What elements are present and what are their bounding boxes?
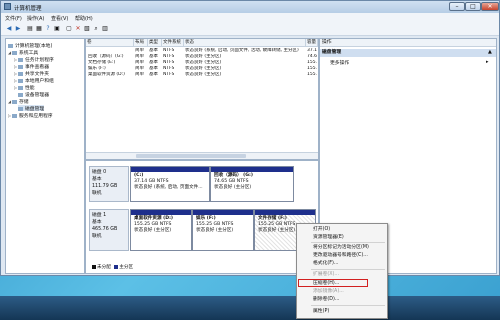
- column-header-filesystem[interactable]: 文件系统: [162, 39, 184, 47]
- menu-item-properties[interactable]: 属性(P): [313, 308, 329, 315]
- menu-file[interactable]: 文件(F): [5, 15, 22, 22]
- disk-1-type: 基本: [92, 220, 102, 225]
- properties-icon[interactable]: ▦: [35, 25, 43, 32]
- tree-item-computer-management[interactable]: 计算机管理(本地): [8, 42, 52, 49]
- computer-management-window: 计算机管理 – □ ✕ 文件(F) 操作(A) 查看(V) 帮助(H) ◀ ▶ …: [0, 0, 500, 276]
- tree-item-shared-folders[interactable]: ▷ 共享文件夹: [14, 70, 49, 77]
- disk-1-size: 465.76 GB: [92, 227, 118, 232]
- partition-g[interactable]: 回收（源码） (G:) 74.65 GB NTFS 状态良好 (主分区): [210, 166, 294, 202]
- legend: 未分配 主分区: [90, 264, 133, 270]
- minimize-button[interactable]: –: [449, 2, 465, 11]
- menu-item-mark-active[interactable]: 将分区标记为活动分区(M): [313, 244, 369, 251]
- partition-c[interactable]: (C:) 37.14 GB NTFS 状态良好 (系统, 启动, 页面文件...: [130, 166, 210, 202]
- users-icon: [18, 78, 23, 83]
- performance-icon: [18, 85, 23, 90]
- export-icon[interactable]: ▧: [83, 25, 91, 32]
- disk-icon: [18, 106, 23, 111]
- actions-header: 操作: [320, 39, 496, 47]
- partition-d[interactable]: 桌面软件资源 (D:) 155.25 GB NTFS 状态良好 (主分区): [130, 209, 192, 251]
- taskbar: [0, 296, 500, 320]
- disk-1-name: 磁盘 1: [92, 213, 107, 218]
- disk-1-label[interactable]: 磁盘 1 基本 465.76 GB 联机: [89, 209, 129, 251]
- tree-item-services-apps[interactable]: ▷ 服务和应用程序: [8, 112, 53, 119]
- back-icon[interactable]: ◀: [5, 25, 13, 32]
- menu-item-extend-volume[interactable]: 扩展卷(X)...: [313, 271, 339, 278]
- folder-icon: [18, 71, 23, 76]
- disk-0-label[interactable]: 磁盘 0 基本 111.79 GB 联机: [89, 166, 129, 202]
- column-header-capacity[interactable]: 容量: [306, 39, 318, 47]
- menu-item-format[interactable]: 格式化(F)...: [313, 260, 338, 267]
- menu-item-delete-volume[interactable]: 删除卷(D)...: [313, 296, 339, 303]
- menu-item-open[interactable]: 打开(O): [313, 226, 330, 233]
- window-title: 计算机管理: [14, 6, 42, 12]
- menu-item-shrink-volume[interactable]: 压缩卷(H)...: [313, 280, 339, 287]
- delete-icon[interactable]: ✕: [74, 25, 82, 32]
- open-icon[interactable]: ▢: [65, 25, 73, 32]
- up-icon[interactable]: ▤: [26, 25, 34, 32]
- menu-item-explorer[interactable]: 资源管理器(E): [313, 234, 344, 241]
- maximize-button[interactable]: □: [465, 2, 481, 11]
- disk-0-type: 基本: [92, 177, 102, 182]
- disk-0-name: 磁盘 0: [92, 170, 107, 175]
- menu-view[interactable]: 查看(V): [51, 15, 68, 22]
- forward-icon[interactable]: ▶: [14, 25, 22, 32]
- tree-item-task-scheduler[interactable]: ▷ 任务计划程序: [14, 56, 54, 63]
- menu-separator: [311, 242, 385, 243]
- tree-item-performance[interactable]: ▷ 性能: [14, 84, 35, 91]
- tree-item-system-tools[interactable]: ◢ 系统工具: [8, 49, 38, 56]
- view-icon[interactable]: ▥: [101, 25, 109, 32]
- disk-0-size: 111.79 GB: [92, 184, 118, 189]
- disk-1-status: 联机: [92, 234, 102, 239]
- scrollbar-thumb[interactable]: [136, 154, 246, 158]
- tree-item-local-users-groups[interactable]: ▷ 本地用户和组: [14, 77, 54, 84]
- menu-item-add-mirror[interactable]: 添加镜像(A)...: [313, 288, 344, 295]
- menu-action[interactable]: 操作(A): [27, 15, 44, 22]
- title-bar: 计算机管理 – □ ✕: [1, 1, 499, 13]
- menu-bar: 文件(F) 操作(A) 查看(V) 帮助(H): [1, 13, 499, 23]
- services-icon: [12, 113, 17, 118]
- horizontal-scrollbar[interactable]: [86, 152, 318, 159]
- menu-separator: [311, 305, 385, 306]
- unallocated-swatch: [92, 264, 96, 269]
- help-icon[interactable]: ?: [44, 25, 52, 32]
- disk-0-status: 联机: [92, 191, 102, 196]
- clock-icon: [18, 57, 23, 62]
- column-header-volume[interactable]: 卷: [86, 39, 134, 47]
- tools-icon: [12, 50, 17, 55]
- device-manager-icon: [18, 92, 23, 97]
- primary-partition-swatch: [114, 264, 119, 269]
- menu-help[interactable]: 帮助(H): [75, 15, 93, 22]
- column-header-type[interactable]: 类型: [148, 39, 162, 47]
- storage-icon: [12, 99, 17, 104]
- context-menu: 打开(O) 资源管理器(E) 将分区标记为活动分区(M) 更改驱动器号和路径(C…: [296, 223, 388, 319]
- tree-item-storage[interactable]: ◢ 存储: [8, 98, 29, 105]
- menu-item-change-drive-letter[interactable]: 更改驱动器号和路径(C)...: [313, 252, 368, 259]
- column-header-status[interactable]: 状态: [184, 39, 306, 47]
- menu-separator: [311, 269, 385, 270]
- collapse-icon[interactable]: ▲: [488, 49, 492, 55]
- more-actions-link[interactable]: 更多操作: [330, 59, 349, 66]
- computer-management-icon: [4, 3, 11, 10]
- volume-list: 卷 布局 类型 文件系统 状态 容量 简单 基本 NTFS 状态良好 (系统, …: [85, 38, 319, 160]
- toolbar: ◀ ▶ ▤ ▦ ? ▣ ▢ ✕ ▧ ⌕ ▥: [1, 23, 499, 36]
- partition-f-entertainment[interactable]: 娱乐 (F:) 155.25 GB NTFS 状态良好 (主分区): [192, 209, 254, 251]
- refresh-icon[interactable]: ▣: [53, 25, 61, 32]
- actions-section-disk-management[interactable]: 磁盘管理: [320, 49, 496, 57]
- column-header-layout[interactable]: 布局: [134, 39, 148, 47]
- tree-item-disk-management[interactable]: 磁盘管理: [18, 105, 45, 112]
- tree-item-device-manager[interactable]: 设备管理器: [18, 91, 49, 98]
- computer-icon: [8, 43, 13, 48]
- chevron-right-icon: ▸: [486, 59, 489, 65]
- search-icon[interactable]: ⌕: [92, 25, 100, 32]
- disk-graphical-view: 磁盘 0 基本 111.79 GB 联机 (C:) 37.14 GB NTFS …: [85, 160, 319, 274]
- event-log-icon: [18, 64, 23, 69]
- tree-item-event-viewer[interactable]: ▷ 事件查看器: [14, 63, 49, 70]
- navigation-tree: 计算机管理(本地) ◢ 系统工具 ▷ 任务计划程序 ▷ 事件查看器 ▷ 共享文件夹 ▷ 本…: [5, 38, 85, 274]
- close-button[interactable]: ✕: [481, 2, 499, 11]
